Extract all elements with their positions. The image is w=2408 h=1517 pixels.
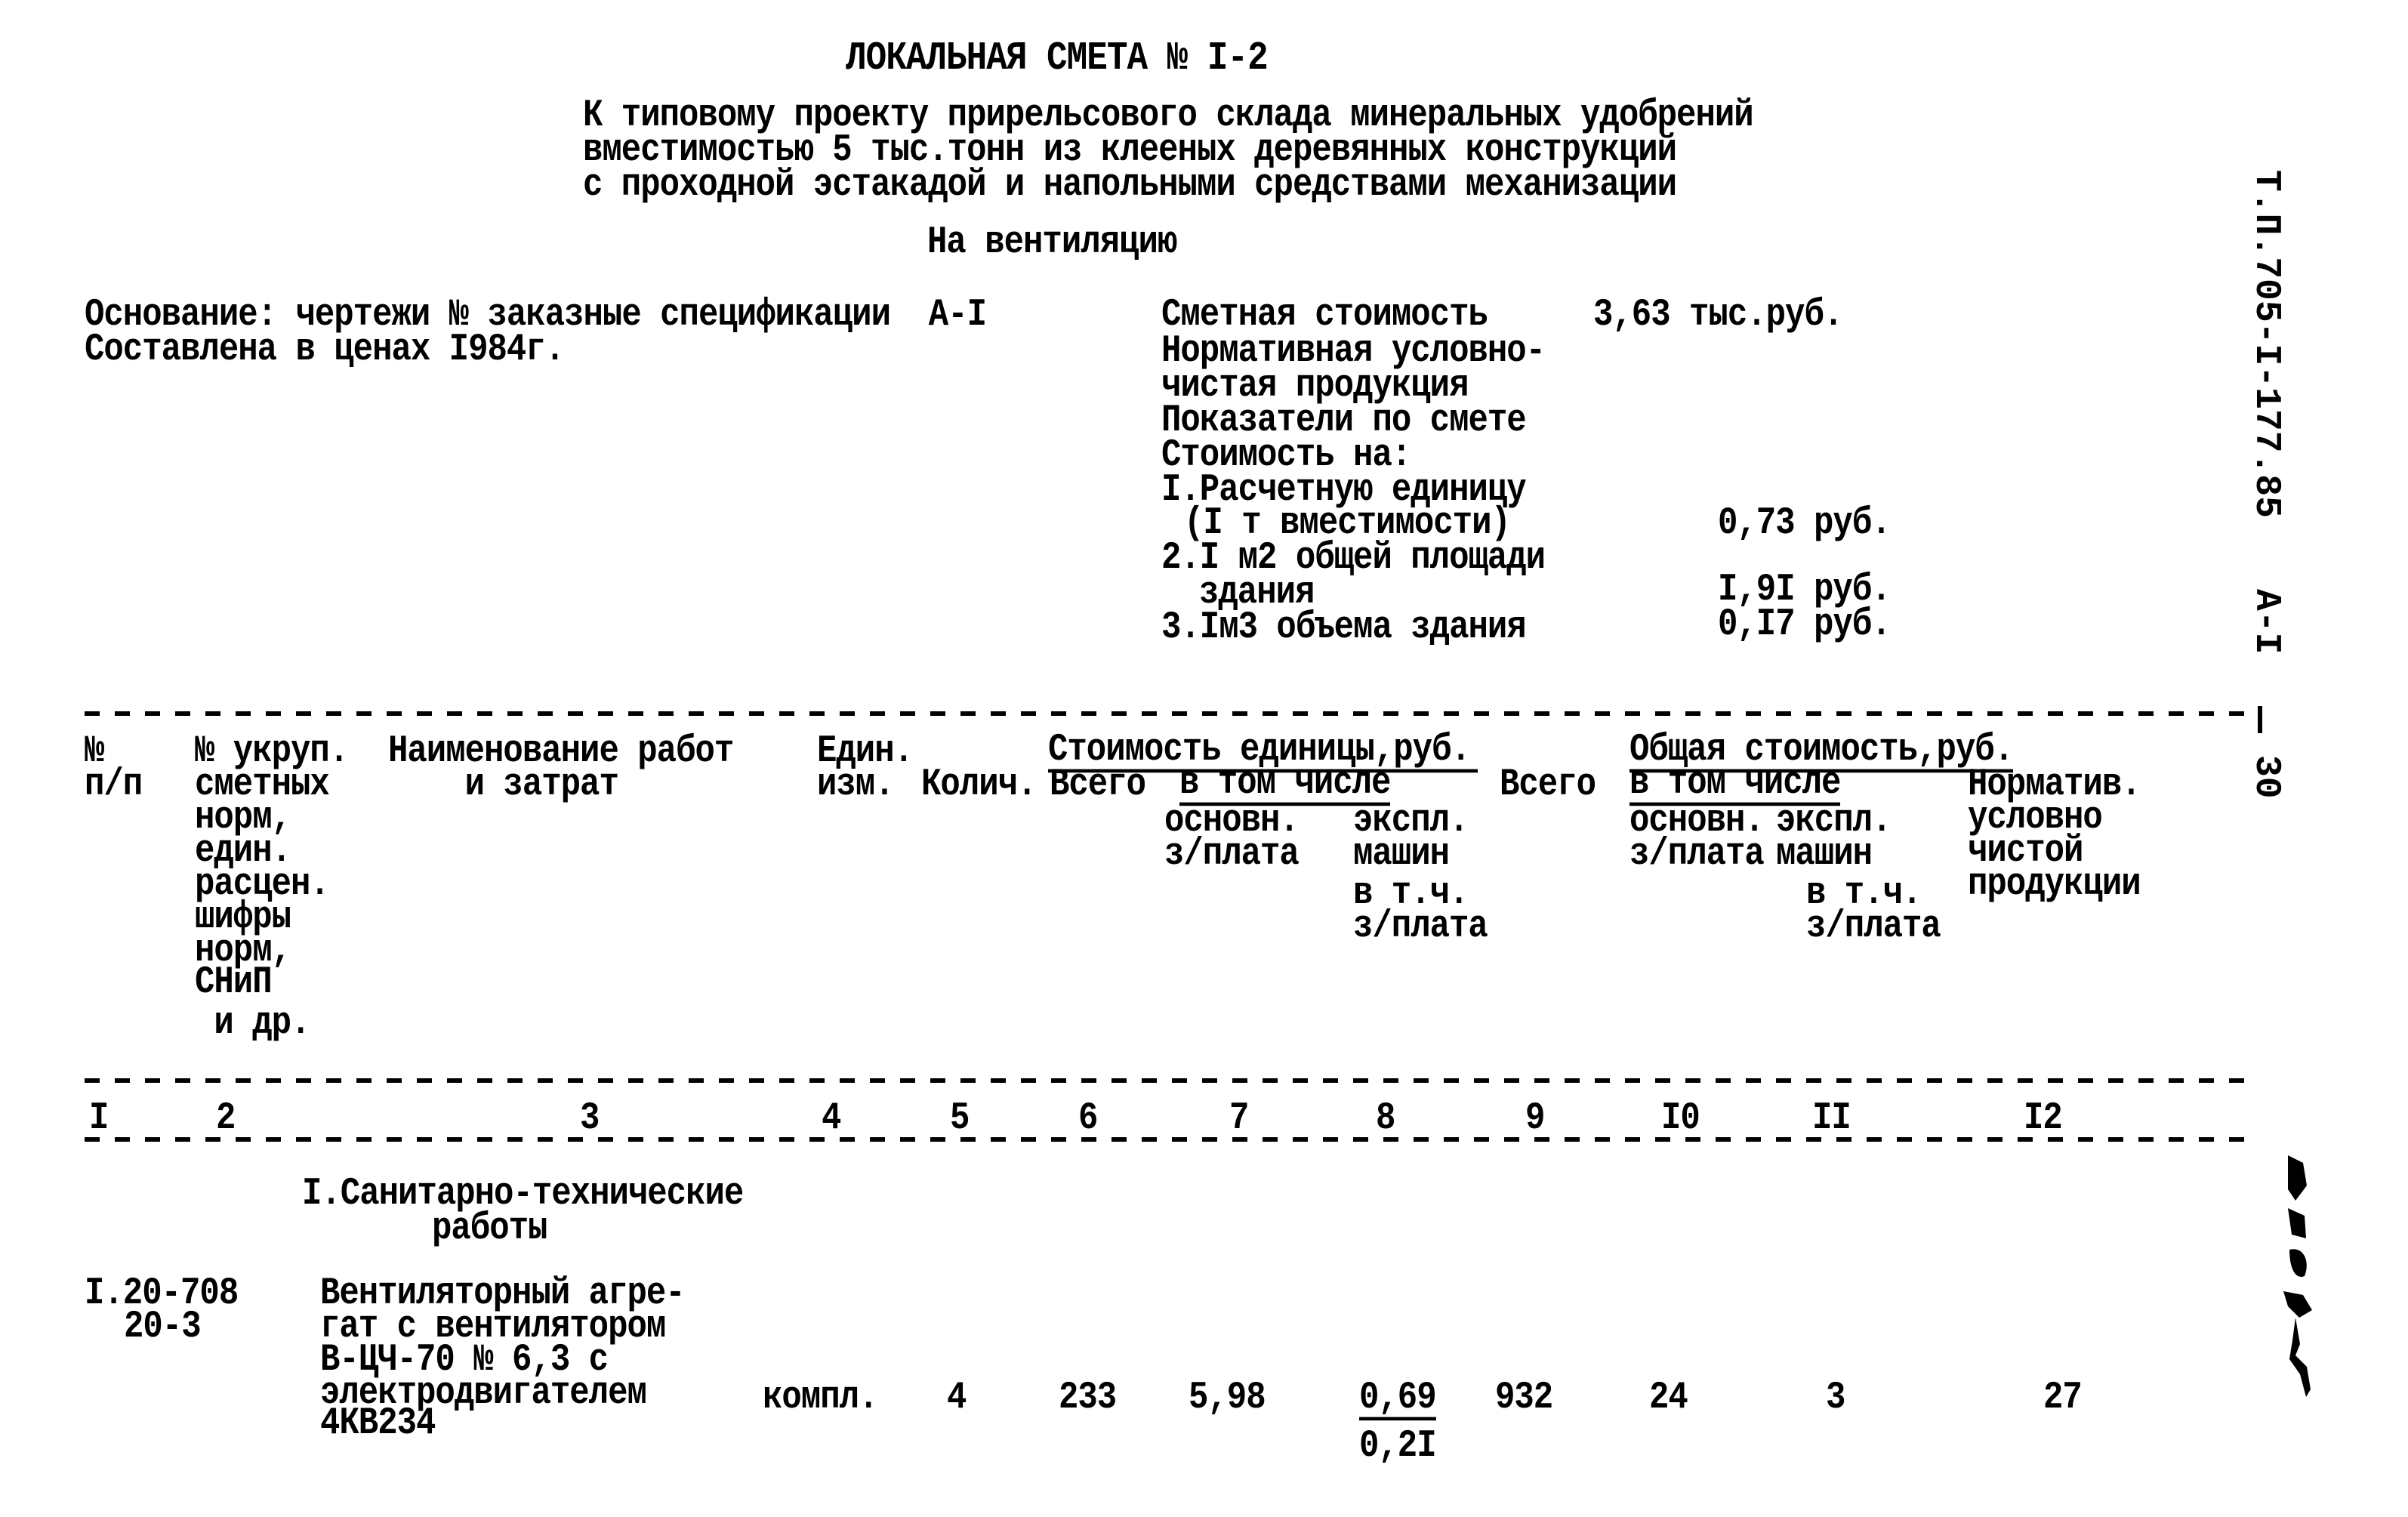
indicator-3-value: 0,I7 руб. [1718,603,1892,647]
row-name-line-5: 4КВ234 [320,1401,436,1446]
column-number-8: 8 [1376,1096,1395,1141]
column-number-12: I2 [2024,1096,2063,1141]
column-number-6: 6 [1078,1096,1098,1141]
row-unit-total: 233 [1059,1376,1117,1420]
header-col-8-line-2: машин [1353,832,1450,877]
section-title-line-2: работы [432,1207,547,1251]
row-normative: 27 [2043,1376,2083,1420]
row-unit-wage: 5,98 [1189,1376,1266,1420]
row-total-machines: 3 [1826,1376,1845,1420]
indicator-1-value: 0,73 руб. [1718,501,1892,546]
basis-line-2: Составлена в ценах I984г. [85,328,565,372]
document-title: ЛОКАЛЬНАЯ СМЕТА № I-2 [846,35,1269,82]
header-col-12-line-4: продукции [1968,862,2141,907]
row-unit: компл. [763,1376,878,1420]
estimated-cost-label: Сметная стоимость [1161,293,1488,338]
purpose-line: На вентиляцию [927,220,1177,265]
indicator-3-label: 3.Iм3 объема здания [1161,606,1527,650]
row-total-wage: 24 [1649,1376,1688,1420]
header-col-10-line-2: з/плата [1629,832,1765,877]
header-col-11-line-2: машин [1776,832,1873,877]
header-col-5: Колич. [921,763,1037,807]
side-project-code: Т.П.705-I-177.85 [2246,170,2286,518]
column-number-2: 2 [216,1096,236,1141]
header-col-9: Всего [1500,763,1596,807]
header-col-4-line-2: изм. [817,763,895,807]
row-qty: 4 [947,1376,967,1420]
side-album-code: А-I [2246,589,2286,655]
row-total: 932 [1495,1376,1553,1420]
column-number-4: 4 [822,1096,841,1141]
column-number-5: 5 [950,1096,970,1141]
column-numbers-top-rule [85,1078,2252,1083]
column-number-3: 3 [580,1096,600,1141]
handwritten-stamp-icon [2283,1155,2312,1397]
header-col-3-line-2: и затрат [388,763,619,807]
header-col-1-line-2: п/п [85,763,143,807]
column-number-1: I [89,1096,109,1141]
header-col-2-line-8: СНиП [195,960,273,1005]
column-number-10: I0 [1661,1096,1700,1141]
header-col-6: Всего [1050,763,1146,807]
side-divider [2258,706,2262,733]
header-col-7-line-2: з/плата [1164,832,1300,877]
estimated-cost-value: 3,63 тыс.руб. [1593,293,1843,338]
row-unit-machines: 0,69 [1359,1376,1437,1421]
header-col-2-line-9: и др. [195,1001,310,1046]
row-code-line-2: 20-3 [124,1305,202,1349]
column-number-7: 7 [1229,1096,1249,1141]
table-top-rule [85,711,2252,716]
header-col-8-line-4: з/плата [1353,905,1488,949]
side-page-number: 30 [2246,755,2286,799]
header-col-11-line-4: з/плата [1806,905,1941,949]
subtitle-line-3: с проходной эстакадой и напольными средс… [583,163,1677,208]
row-unit-machines-wage: 0,2I [1359,1424,1437,1469]
column-number-9: 9 [1525,1096,1545,1141]
column-numbers-bottom-rule [85,1137,2252,1142]
column-number-11: II [1812,1096,1851,1141]
